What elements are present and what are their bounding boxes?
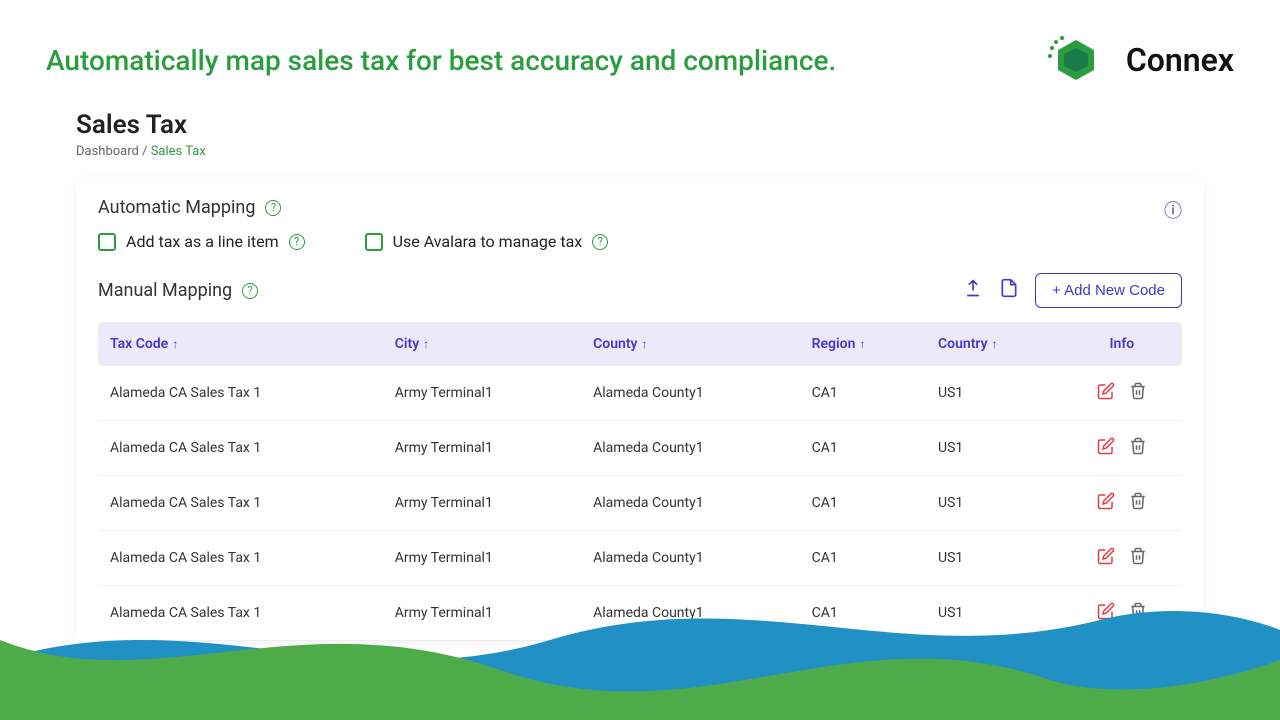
cell-county: Alameda County1 <box>581 421 799 476</box>
checkbox-line-item[interactable] <box>98 233 116 251</box>
settings-card: ⓘ Automatic Mapping ? Add tax as a line … <box>76 177 1204 641</box>
add-new-code-button[interactable]: + Add New Code <box>1035 273 1182 308</box>
cell-region: CA1 <box>800 531 926 586</box>
col-county[interactable]: County↑ <box>581 322 799 366</box>
cell-country: US1 <box>926 366 1062 421</box>
cell-city: Army Terminal1 <box>383 586 581 641</box>
edit-icon[interactable] <box>1097 437 1115 459</box>
cell-region: CA1 <box>800 421 926 476</box>
export-icon[interactable] <box>963 278 983 303</box>
cell-tax_code: Alameda CA Sales Tax 1 <box>98 586 383 641</box>
help-icon[interactable]: ? <box>592 234 608 250</box>
sort-arrow-icon: ↑ <box>642 337 648 351</box>
cell-city: Army Terminal1 <box>383 366 581 421</box>
sort-arrow-icon: ↑ <box>172 337 178 351</box>
cell-county: Alameda County1 <box>581 476 799 531</box>
edit-icon[interactable] <box>1097 602 1115 624</box>
cell-region: CA1 <box>800 586 926 641</box>
cell-city: Army Terminal1 <box>383 476 581 531</box>
option-avalara[interactable]: Use Avalara to manage tax ? <box>365 232 609 251</box>
trash-icon[interactable] <box>1129 437 1147 459</box>
breadcrumb: Dashboard / Sales Tax <box>76 144 1204 159</box>
table-row: Alameda CA Sales Tax 1Army Terminal1Alam… <box>98 421 1182 476</box>
trash-icon[interactable] <box>1129 382 1147 404</box>
checkbox-avalara[interactable] <box>365 233 383 251</box>
table-row: Alameda CA Sales Tax 1Army Terminal1Alam… <box>98 366 1182 421</box>
trash-icon[interactable] <box>1129 602 1147 624</box>
cell-tax_code: Alameda CA Sales Tax 1 <box>98 421 383 476</box>
edit-icon[interactable] <box>1097 382 1115 404</box>
trash-icon[interactable] <box>1129 547 1147 569</box>
cell-country: US1 <box>926 421 1062 476</box>
brand-name: Connex <box>1126 41 1234 79</box>
sort-arrow-icon: ↑ <box>423 337 429 351</box>
help-icon[interactable]: ? <box>242 283 258 299</box>
document-icon[interactable] <box>999 278 1019 303</box>
page-headline: Automatically map sales tax for best acc… <box>46 44 836 77</box>
edit-icon[interactable] <box>1097 492 1115 514</box>
col-info: Info <box>1062 322 1182 366</box>
automatic-mapping-header: Automatic Mapping ? <box>98 197 1182 218</box>
breadcrumb-current: Sales Tax <box>151 144 206 159</box>
edit-icon[interactable] <box>1097 547 1115 569</box>
trash-icon[interactable] <box>1129 492 1147 514</box>
sort-arrow-icon: ↑ <box>859 337 865 351</box>
option-line-item[interactable]: Add tax as a line item ? <box>98 232 305 251</box>
cell-country: US1 <box>926 476 1062 531</box>
cell-tax_code: Alameda CA Sales Tax 1 <box>98 366 383 421</box>
cell-tax_code: Alameda CA Sales Tax 1 <box>98 531 383 586</box>
cell-region: CA1 <box>800 366 926 421</box>
help-icon[interactable]: ? <box>265 200 281 216</box>
brand-logo: Connex <box>1046 30 1234 90</box>
table-row: Alameda CA Sales Tax 1Army Terminal1Alam… <box>98 531 1182 586</box>
cell-county: Alameda County1 <box>581 531 799 586</box>
table-row: Alameda CA Sales Tax 1Army Terminal1Alam… <box>98 476 1182 531</box>
breadcrumb-root[interactable]: Dashboard <box>76 144 139 159</box>
cell-county: Alameda County1 <box>581 366 799 421</box>
help-icon[interactable]: ? <box>289 234 305 250</box>
cell-county: Alameda County1 <box>581 586 799 641</box>
info-icon[interactable]: ⓘ <box>1164 197 1182 223</box>
table-row: Alameda CA Sales Tax 1Army Terminal1Alam… <box>98 586 1182 641</box>
cell-country: US1 <box>926 586 1062 641</box>
tax-codes-table: Tax Code↑ City↑ County↑ Region↑ Country↑… <box>98 322 1182 641</box>
col-region[interactable]: Region↑ <box>800 322 926 366</box>
sort-arrow-icon: ↑ <box>992 337 998 351</box>
connex-logo-icon <box>1046 30 1106 90</box>
col-tax-code[interactable]: Tax Code↑ <box>98 322 383 366</box>
col-city[interactable]: City↑ <box>383 322 581 366</box>
col-country[interactable]: Country↑ <box>926 322 1062 366</box>
cell-country: US1 <box>926 531 1062 586</box>
cell-city: Army Terminal1 <box>383 421 581 476</box>
cell-region: CA1 <box>800 476 926 531</box>
cell-city: Army Terminal1 <box>383 531 581 586</box>
manual-mapping-header: Manual Mapping ? <box>98 280 258 301</box>
cell-tax_code: Alameda CA Sales Tax 1 <box>98 476 383 531</box>
page-title: Sales Tax <box>76 110 1204 140</box>
